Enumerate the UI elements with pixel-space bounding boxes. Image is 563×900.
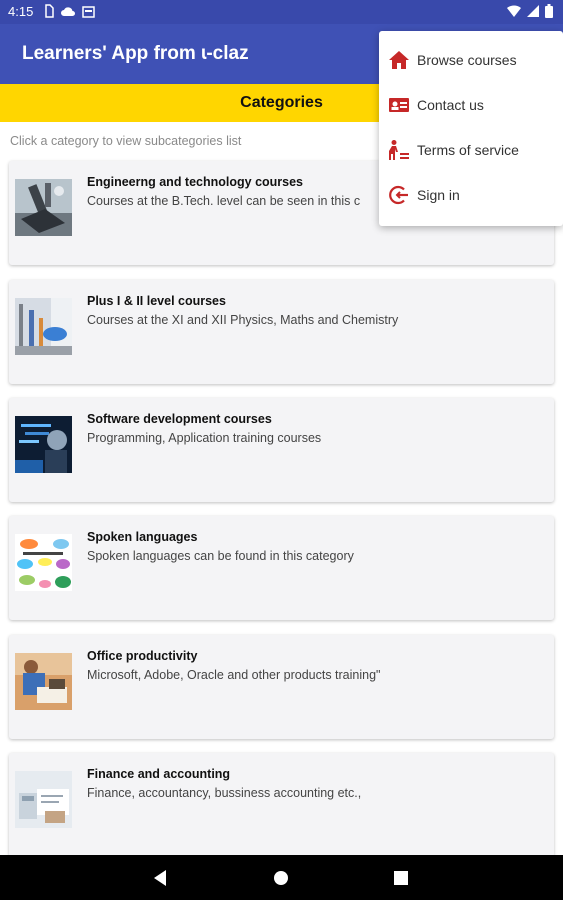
category-title: Finance and accounting (87, 767, 231, 781)
wifi-icon (507, 5, 521, 17)
category-title: Software development courses (87, 412, 272, 426)
home-button-icon[interactable] (270, 867, 292, 889)
category-description: Microsoft, Adobe, Oracle and other produ… (87, 668, 381, 682)
contact-card-icon (389, 98, 409, 112)
category-card-spoken-languages[interactable]: Spoken languages Spoken languages can be… (9, 516, 554, 620)
category-title: Spoken languages (87, 530, 198, 544)
category-card-plus-level[interactable]: Plus I & II level courses Courses at the… (9, 280, 554, 384)
office-thumbnail (15, 653, 72, 710)
engineering-thumbnail (15, 179, 72, 236)
menu-item-label: Contact us (417, 97, 484, 113)
menu-item-contact-us[interactable]: Contact us (379, 83, 563, 128)
category-description: Programming, Application training course… (87, 431, 322, 445)
finance-thumbnail (15, 771, 72, 828)
app-title: Learners' App from ɩ-claz (22, 43, 249, 64)
category-description: Finance, accountancy, bussiness accounti… (87, 786, 362, 800)
signal-icon (527, 5, 539, 17)
sign-in-icon (389, 185, 408, 205)
lab-thumbnail (15, 298, 72, 355)
languages-thumbnail (15, 534, 72, 591)
category-card-office-productivity[interactable]: Office productivity Microsoft, Adobe, Or… (9, 635, 554, 739)
category-title: Office productivity (87, 649, 198, 663)
menu-item-terms-of-service[interactable]: Terms of service (379, 128, 563, 173)
category-card-software[interactable]: Software development courses Programming… (9, 398, 554, 502)
status-bar: 4:15 (0, 0, 563, 24)
category-description: Spoken languages can be found in this ca… (87, 549, 354, 563)
navigation-bar (0, 855, 563, 900)
category-title: Engineerng and technology courses (87, 175, 304, 189)
overflow-menu: Browse courses Contact us Terms of servi… (379, 31, 563, 226)
home-icon (389, 51, 409, 69)
menu-item-label: Browse courses (417, 52, 517, 68)
category-description: Courses at the B.Tech. level can be seen… (87, 194, 361, 208)
menu-item-label: Terms of service (417, 142, 519, 158)
battery-icon (545, 4, 553, 18)
terms-icon (389, 140, 409, 160)
status-system-icons (507, 4, 553, 18)
status-time: 4:15 (8, 4, 34, 19)
status-notification-icons (44, 4, 95, 18)
software-thumbnail (15, 416, 72, 473)
cloud-icon (61, 7, 75, 16)
menu-item-browse-courses[interactable]: Browse courses (379, 38, 563, 83)
sim-icon (45, 4, 54, 18)
category-description: Courses at the XI and XII Physics, Maths… (87, 313, 399, 327)
instruction-text: Click a category to view subcategories l… (10, 134, 242, 148)
menu-item-sign-in[interactable]: Sign in (379, 173, 563, 218)
category-card-finance[interactable]: Finance and accounting Finance, accounta… (9, 753, 554, 857)
back-icon[interactable] (150, 867, 172, 889)
menu-item-label: Sign in (417, 187, 460, 203)
category-title: Plus I & II level courses (87, 294, 226, 308)
recents-icon[interactable] (390, 867, 412, 889)
calendar-icon (82, 5, 95, 18)
